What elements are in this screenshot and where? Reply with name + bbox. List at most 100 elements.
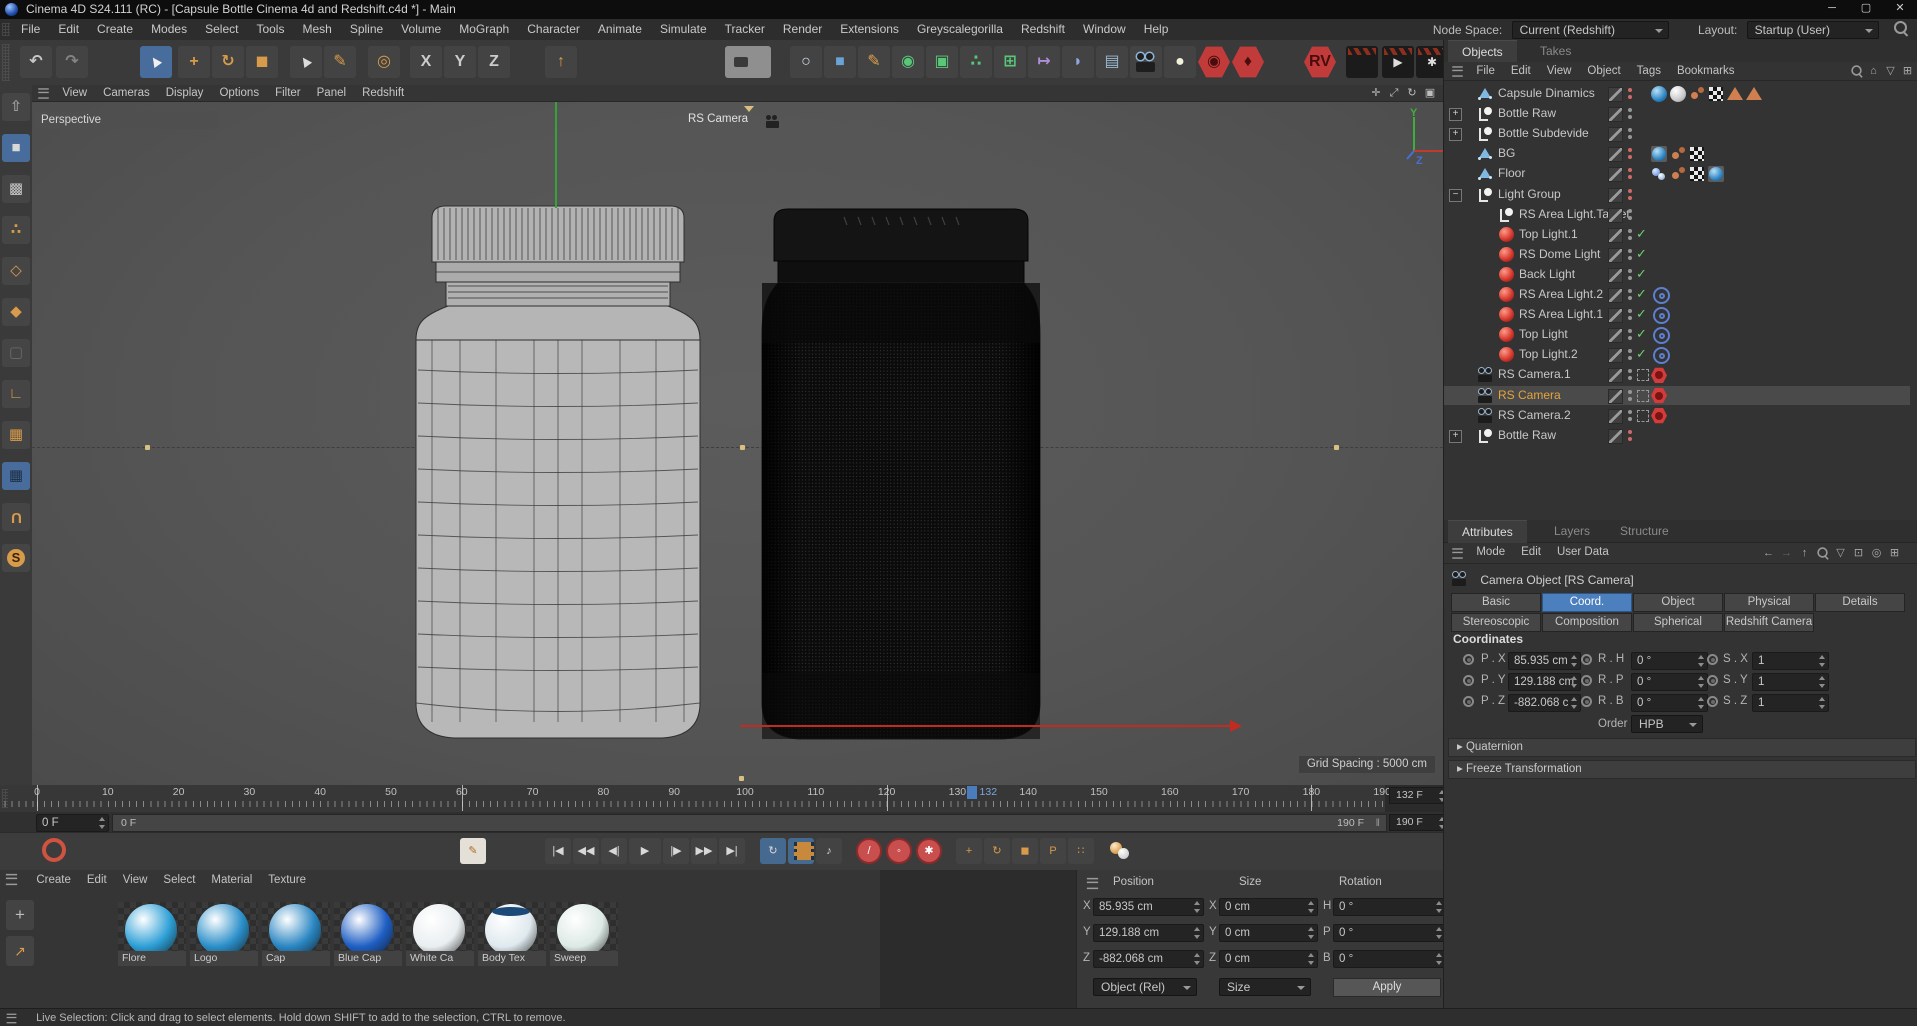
field-radio[interactable] (1581, 675, 1592, 686)
field-radio[interactable] (1707, 654, 1718, 665)
tree-row-bg[interactable]: BG (1444, 144, 1910, 163)
coord-field-rotation-b[interactable]: 0 ° (1333, 950, 1446, 968)
attr-add-icon[interactable]: ⊞ (1886, 546, 1903, 560)
attr-menu-edit[interactable]: Edit (1513, 544, 1549, 558)
menu-animate[interactable]: Animate (589, 19, 651, 36)
spinner-icon[interactable] (1193, 953, 1202, 965)
layer-toggle-icon[interactable] (1608, 288, 1623, 303)
add-array-icon[interactable]: ⊞ (994, 46, 1026, 78)
material-menu-material[interactable]: Material (203, 872, 260, 886)
attr-tab-basic[interactable]: Basic (1451, 593, 1541, 612)
rotate-view-icon[interactable]: ↻ (1404, 86, 1420, 100)
add-cloner-icon[interactable]: ∴ (960, 46, 992, 78)
tree-row-rs-camera[interactable]: RS Camera (1444, 385, 1910, 405)
section-quaternion[interactable]: ▸ Quaternion (1448, 738, 1916, 757)
attr-tab-physical[interactable]: Physical (1724, 593, 1814, 612)
target-tag-icon[interactable] (1653, 307, 1670, 325)
menu-volume[interactable]: Volume (392, 19, 450, 36)
enabled-check-icon[interactable]: ✓ (1636, 306, 1647, 322)
menu-render[interactable]: Render (774, 19, 831, 36)
viewport-menu-panel[interactable]: Panel (309, 86, 354, 99)
plane-handle-dot[interactable] (739, 776, 744, 781)
material-logo[interactable]: Logo (190, 902, 258, 966)
attr-target-icon[interactable]: ◎ (1868, 546, 1885, 560)
layer-toggle-icon[interactable] (1608, 227, 1623, 243)
field-s-x[interactable]: 1 (1752, 652, 1829, 670)
menu-tools[interactable]: Tools (247, 19, 293, 36)
field-p-y[interactable]: 129.188 cm (1508, 673, 1581, 691)
visibility-dots-icon[interactable] (1628, 108, 1632, 113)
frame-mode-icon[interactable] (788, 838, 814, 864)
enabled-check-icon[interactable]: ✓ (1636, 246, 1647, 262)
enabled-check-icon[interactable]: ✓ (1636, 226, 1647, 242)
tree-row-rs-area-light-2[interactable]: RS Area Light.2 ✓ (1444, 285, 1910, 304)
menubar-grip[interactable] (2, 23, 10, 36)
field-radio[interactable] (1581, 654, 1592, 665)
menu-edit[interactable]: Edit (49, 19, 88, 36)
menu-file[interactable]: File (12, 19, 49, 36)
redo-icon[interactable]: ↷ (56, 46, 88, 78)
material-menu-view[interactable]: View (115, 872, 156, 886)
coord-field-position-x[interactable]: 85.935 cm (1093, 898, 1204, 916)
visibility-dots-icon[interactable] (1628, 329, 1632, 334)
layer-toggle-icon[interactable] (1608, 328, 1623, 344)
tree-row-floor[interactable]: Floor (1444, 164, 1910, 183)
viewport[interactable]: View Cameras Display Options Filter Panel Reds… (32, 85, 1443, 785)
tree-row-top-light-1[interactable]: Top Light.1 ✓ (1444, 225, 1910, 244)
status-menu-icon[interactable] (6, 1013, 17, 1024)
viewport-menu-view[interactable]: View (54, 86, 95, 99)
plane-handle-dot[interactable] (1334, 445, 1339, 450)
layer-toggle-icon[interactable] (1608, 127, 1623, 143)
texture-mode-icon[interactable]: ▩ (2, 175, 30, 203)
add-rs-light-icon[interactable]: ♦ (1232, 46, 1264, 78)
edge-mode-icon[interactable]: ◇ (2, 257, 30, 285)
spinner-icon[interactable] (98, 817, 107, 829)
target-tag-icon[interactable] (1653, 327, 1670, 345)
expander-icon[interactable]: + (1449, 108, 1462, 122)
timeline-ruler[interactable]: 0102030405060708090100110120130140150160… (0, 785, 1391, 813)
axis-mode-icon[interactable]: ∟ (2, 380, 30, 408)
goto-start-icon[interactable]: |◀ (545, 838, 571, 864)
attr-up-icon[interactable]: ↑ (1796, 546, 1813, 560)
menu-spline[interactable]: Spline (341, 19, 392, 36)
tri-tag-icon[interactable] (1746, 86, 1762, 102)
coord-system-icon[interactable]: ↑ (545, 46, 577, 78)
field-r-b[interactable]: 0 ° (1631, 694, 1708, 712)
phong-tag-icon[interactable] (1670, 146, 1686, 162)
viewport-menu-display[interactable]: Display (158, 86, 212, 99)
material-menu-create[interactable]: Create (28, 872, 79, 886)
field-p-z[interactable]: -882.068 c (1508, 694, 1581, 712)
menu-mograph[interactable]: MoGraph (450, 19, 518, 36)
visibility-dots-icon[interactable] (1628, 389, 1632, 394)
spinner-icon[interactable] (1697, 655, 1706, 667)
rscam-tag-icon[interactable] (1651, 407, 1667, 424)
layer-toggle-icon[interactable] (1608, 167, 1623, 183)
point-mode-icon[interactable]: ∴ (2, 216, 30, 244)
visibility-dots-icon[interactable] (1628, 429, 1632, 434)
section-freeze-transformation[interactable]: ▸ Freeze Transformation (1448, 760, 1916, 779)
visibility-dots-icon[interactable] (1628, 188, 1632, 193)
material-menu-edit[interactable]: Edit (79, 872, 115, 886)
attr-tab-stereoscopic[interactable]: Stereoscopic (1451, 613, 1541, 632)
visibility-dots-icon[interactable] (1628, 128, 1632, 133)
om-menu-bookmarks[interactable]: Bookmarks (1669, 63, 1743, 77)
om-search-icon[interactable] (1848, 64, 1865, 78)
enabled-check-icon[interactable]: ✓ (1636, 346, 1647, 362)
range-start-field[interactable]: 0 F (36, 814, 109, 832)
menu-create[interactable]: Create (88, 19, 142, 36)
tree-row-bottle-raw[interactable]: + Bottle Raw (1444, 426, 1910, 445)
range-handle[interactable]: ‖ (1376, 815, 1380, 831)
tab-layers[interactable]: Layers (1540, 520, 1604, 542)
tab-objects[interactable]: Objects (1448, 40, 1517, 63)
attr-menu-user-data[interactable]: User Data (1549, 544, 1617, 558)
add-subdivision-icon[interactable]: ◉ (892, 46, 924, 78)
material-white-ca[interactable]: White Ca (406, 902, 474, 966)
field-p-x[interactable]: 85.935 cm (1508, 652, 1581, 670)
uvw-tag-icon[interactable] (1708, 86, 1724, 102)
attr-lock-icon[interactable]: ⊡ (1850, 546, 1867, 560)
layer-toggle-icon[interactable] (1608, 247, 1623, 263)
mat-blue-box-tag-icon[interactable] (1708, 166, 1724, 183)
material-flore[interactable]: Flore (118, 902, 186, 966)
tree-row-bottle-raw[interactable]: + Bottle Raw (1444, 104, 1910, 123)
material-cap[interactable]: Cap (262, 902, 330, 966)
